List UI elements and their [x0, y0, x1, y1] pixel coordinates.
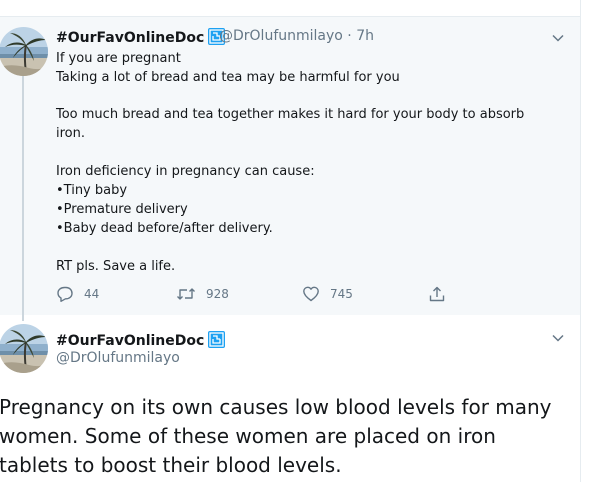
heart-icon	[303, 286, 319, 302]
thread-connector-line-top	[22, 315, 24, 321]
tweet-line: •Baby dead before/after delivery.	[56, 221, 273, 236]
tweet-line: RT pls. Save a life.	[56, 259, 176, 274]
tweet-line: Iron deficiency in pregnancy can cause:	[56, 164, 315, 179]
reply-icon	[57, 286, 73, 302]
tweet-line: If you are pregnant	[56, 51, 181, 66]
like-button[interactable]: 745	[302, 285, 353, 303]
thread-connector-line	[22, 75, 24, 315]
tweet-line: Pregnancy on its own causes low blood le…	[0, 395, 552, 419]
verified-app-badge-icon	[208, 331, 226, 348]
tweet-line: tablets to boost their blood levels.	[0, 453, 342, 477]
avatar[interactable]	[0, 27, 48, 76]
display-name[interactable]: #OurFavOnlineDoc	[56, 28, 226, 46]
reply-button[interactable]: 44	[56, 285, 99, 303]
avatar[interactable]	[0, 324, 48, 373]
tweet-line: •Premature delivery	[56, 202, 188, 217]
handle-and-time[interactable]: @DrOlufunmilayo · 7h	[219, 28, 374, 44]
tweet-text-large: Pregnancy on its own causes low blood le…	[0, 393, 574, 480]
tweet-parent[interactable]: #OurFavOnlineDoc @DrOlufunmilayo · 7h If…	[0, 17, 580, 315]
chevron-down-icon[interactable]	[550, 30, 566, 46]
tweet-actions: 44 928 745	[56, 285, 476, 305]
display-name[interactable]: #OurFavOnlineDoc	[56, 331, 226, 349]
palm-tree-beach-photo-icon	[0, 324, 48, 373]
share-icon	[429, 286, 445, 302]
like-count: 745	[330, 287, 353, 301]
tweet-line: women. Some of these women are placed on…	[0, 424, 496, 448]
share-button[interactable]	[428, 285, 456, 303]
display-name-text[interactable]: #OurFavOnlineDoc	[56, 30, 204, 46]
reply-count: 44	[84, 287, 100, 301]
tweet-line: Taking a lot of bread and tea may be har…	[56, 70, 400, 85]
tweet-line: iron.	[56, 126, 85, 141]
chevron-down-icon[interactable]	[550, 330, 566, 346]
timeline-top-gap	[0, 0, 580, 17]
palm-tree-beach-photo-icon	[0, 27, 48, 76]
retweet-button[interactable]: 928	[176, 285, 229, 303]
timeline-border	[580, 0, 581, 482]
retweet-icon	[177, 288, 195, 300]
retweet-count: 928	[206, 287, 229, 301]
tweet-line: •Tiny baby	[56, 183, 128, 198]
tweet-line: Too much bread and tea together makes it…	[56, 107, 525, 122]
display-name-text[interactable]: #OurFavOnlineDoc	[56, 333, 204, 349]
handle[interactable]: @DrOlufunmilayo	[56, 350, 180, 366]
